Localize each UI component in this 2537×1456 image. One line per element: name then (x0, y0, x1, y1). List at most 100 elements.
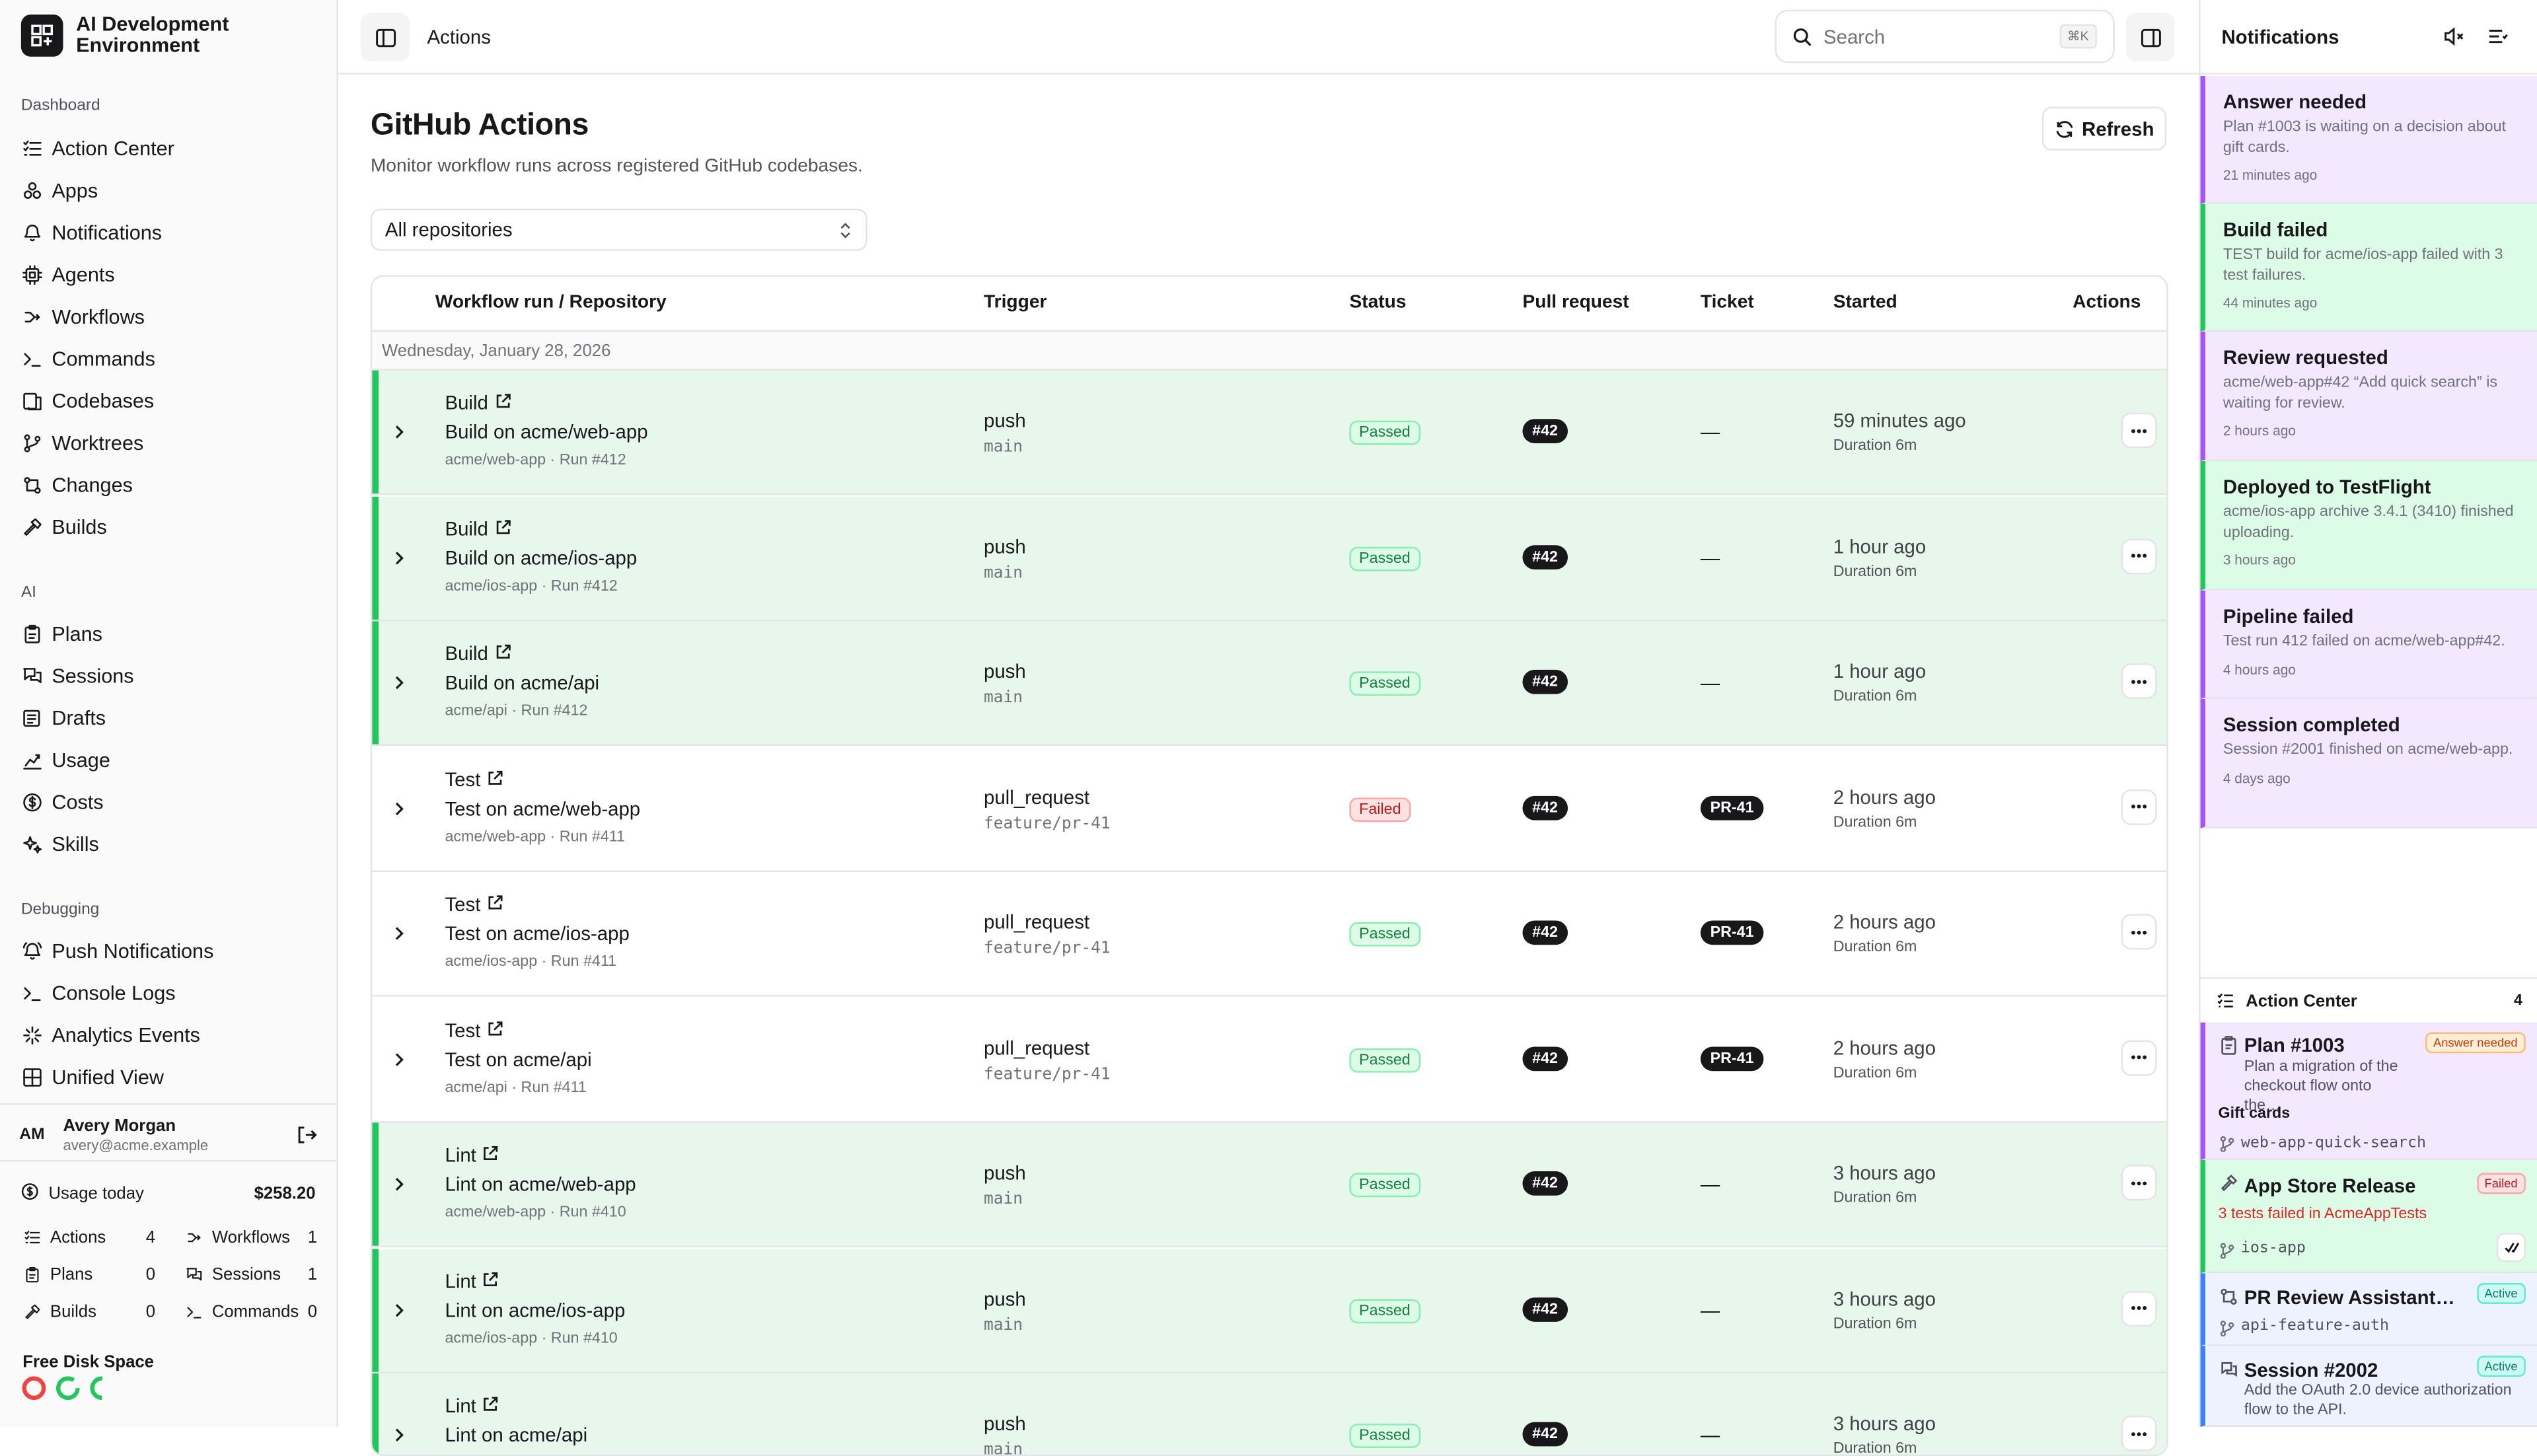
notification-session-completed[interactable]: Session completed Session #2001 finished … (2200, 698, 2537, 828)
table-row[interactable]: Build Build on acme/web-app acme/web-app ·… (372, 370, 2167, 495)
workflow-name-link[interactable]: Test (445, 768, 503, 790)
more-actions-button[interactable] (2121, 663, 2157, 699)
sidebar-item-action-center[interactable]: Action Center (21, 133, 174, 165)
ticket-badge[interactable]: PR-41 (1700, 1046, 1764, 1070)
sidebar-item-apps[interactable]: Apps (21, 174, 98, 207)
notification-pipeline-failed[interactable]: Pipeline failed Test run 412 failed on ac… (2200, 590, 2537, 699)
pull-request-badge[interactable]: #42 (1522, 920, 1568, 945)
sidebar-item-workflows[interactable]: Workflows (21, 301, 145, 334)
pull-request-badge[interactable]: #42 (1522, 795, 1568, 820)
mute-icon[interactable] (2443, 26, 2464, 52)
more-actions-button[interactable] (2121, 1290, 2157, 1326)
action-item-app-store-release[interactable]: App Store Release Failed 3 tests failed … (2200, 1159, 2537, 1274)
pull-request-badge[interactable]: #42 (1522, 1046, 1568, 1070)
workflow-name-link[interactable]: Lint (445, 1144, 499, 1167)
stat-actions[interactable]: Actions 4 (21, 1226, 155, 1247)
chevron-right-icon[interactable] (392, 1175, 406, 1197)
logout-icon[interactable] (296, 1124, 317, 1150)
chevron-right-icon[interactable] (392, 1049, 406, 1072)
notification-answer-needed[interactable]: Answer needed Plan #1003 is waiting on a … (2200, 76, 2537, 204)
table-row[interactable]: Lint Lint on acme/ios-app acme/ios-app · R… (372, 1248, 2167, 1373)
table-row[interactable]: LintLint on acme/apiacme/api · Run #410p… (372, 1373, 2167, 1455)
pull-request-badge[interactable]: #42 (1522, 1296, 1568, 1321)
sidebar-item-codebases[interactable]: Codebases (21, 385, 154, 418)
table-row[interactable]: Test Test on acme/api acme/api · Run #411 p… (372, 998, 2167, 1122)
refresh-button[interactable]: Refresh (2041, 106, 2167, 151)
mark-all-read-icon[interactable] (2487, 26, 2508, 52)
action-item-session[interactable]: Session #2002 Active Add the OAuth 2.0 d… (2200, 1346, 2537, 1427)
workflow-name-link[interactable]: Build (445, 517, 511, 540)
stat-sessions[interactable]: Sessions 1 (183, 1264, 317, 1285)
workflow-name: Build (445, 517, 488, 540)
repository-select[interactable]: All repositories (370, 208, 867, 251)
app-logo-row[interactable]: AI Development Environment (20, 14, 254, 57)
sidebar-item-agents[interactable]: Agents (21, 259, 115, 291)
more-actions-button[interactable] (2121, 538, 2157, 574)
workflow-name-link[interactable]: Lint (445, 1269, 499, 1292)
workflow-name-link[interactable]: Build (445, 392, 511, 414)
sidebar-item-push-notifications[interactable]: Push Notifications (21, 935, 213, 968)
sidebar-item-sessions[interactable]: Sessions (21, 660, 134, 692)
workflow-name-link[interactable]: Test (445, 893, 503, 916)
more-actions-button[interactable] (2121, 1039, 2157, 1075)
stat-builds[interactable]: Builds 0 (21, 1301, 155, 1322)
table-row[interactable]: Test Test on acme/web-app acme/web-app · R… (372, 746, 2167, 871)
toggle-sidebar-button[interactable] (361, 13, 410, 62)
workflow-name-link[interactable]: Build (445, 642, 511, 665)
more-actions-button[interactable] (2121, 1415, 2157, 1451)
action-center-header[interactable]: Action Center 4 (2200, 977, 2537, 1023)
sidebar-item-worktrees[interactable]: Worktrees (21, 427, 143, 460)
sidebar-item-changes[interactable]: Changes (21, 469, 133, 501)
stat-workflows[interactable]: Workflows 1 (183, 1226, 317, 1247)
chevron-right-icon[interactable] (392, 924, 406, 946)
more-actions-button[interactable] (2121, 1165, 2157, 1201)
sidebar-item-unified-view[interactable]: Unified View (21, 1062, 164, 1094)
sidebar-item-costs[interactable]: Costs (21, 786, 104, 819)
pull-request-badge[interactable]: #42 (1522, 1422, 1568, 1447)
acknowledge-button[interactable] (2496, 1233, 2526, 1262)
chevron-right-icon[interactable] (392, 1426, 406, 1448)
action-item-plan[interactable]: Plan #1003 Answer needed Plan a migratio… (2200, 1022, 2537, 1160)
pull-request-badge[interactable]: #42 (1522, 544, 1568, 569)
notification-body: acme/web-app#42 “Add quick search” is wa… (2223, 373, 2498, 412)
table-row[interactable]: Build Build on acme/api acme/api · Run #41… (372, 621, 2167, 746)
sidebar-item-plans[interactable]: Plans (21, 618, 102, 651)
toggle-notifications-button[interactable] (2125, 13, 2175, 62)
pull-request-badge[interactable]: #42 (1522, 669, 1568, 694)
action-item-pr-review-assistant[interactable]: PR Review Assistant #4… Active api-featu… (2200, 1273, 2537, 1346)
sidebar-item-skills[interactable]: Skills (21, 828, 99, 861)
table-row[interactable]: Test Test on acme/ios-app acme/ios-app · R… (372, 872, 2167, 997)
stat-plans[interactable]: Plans 0 (21, 1264, 155, 1285)
notification-deployed-to-testflight[interactable]: Deployed to TestFlight acme/ios-app archi… (2200, 460, 2537, 591)
sidebar-item-drafts[interactable]: Drafts (21, 702, 106, 735)
sidebar-item-builds[interactable]: Builds (21, 511, 107, 544)
chevron-right-icon[interactable] (392, 799, 406, 821)
chevron-right-icon[interactable] (392, 548, 406, 570)
chevron-right-icon[interactable] (392, 422, 406, 445)
stat-commands[interactable]: Commands 0 (183, 1301, 317, 1322)
chevron-right-icon[interactable] (392, 673, 406, 696)
more-actions-button[interactable] (2121, 788, 2157, 824)
pull-request-badge[interactable]: #42 (1522, 1171, 1568, 1196)
ticket-badge[interactable]: PR-41 (1700, 795, 1764, 820)
pull-request-badge[interactable]: #42 (1522, 419, 1568, 444)
sidebar-item-notifications[interactable]: Notifications (21, 217, 162, 249)
user-profile[interactable]: AM Avery Morgan avery@acme.example (0, 1103, 338, 1162)
ticket-badge[interactable]: PR-41 (1700, 920, 1764, 945)
workflow-name-link[interactable]: Test (445, 1019, 503, 1041)
search-input[interactable]: Search ⌘K (1775, 9, 2115, 63)
table-row[interactable]: Build Build on acme/ios-app acme/ios-app ·… (372, 495, 2167, 621)
notification-review-requested[interactable]: Review requested acme/web-app#42 “Add qui… (2200, 332, 2537, 461)
sidebar-item-analytics-events[interactable]: Analytics Events (21, 1019, 200, 1052)
sidebar-item-usage[interactable]: Usage (21, 745, 110, 777)
disk-space-label: Free Disk Space (22, 1352, 154, 1372)
more-actions-button[interactable] (2121, 914, 2157, 950)
more-actions-button[interactable] (2121, 412, 2157, 449)
chevron-right-icon[interactable] (392, 1300, 406, 1323)
notification-build-failed[interactable]: Build failed TEST build for acme/ios-app … (2200, 203, 2537, 332)
sidebar-item-console-logs[interactable]: Console Logs (21, 977, 176, 1009)
page-title: GitHub Actions (370, 108, 589, 143)
workflow-name-link[interactable]: Lint (445, 1395, 499, 1417)
sidebar-item-commands[interactable]: Commands (21, 343, 155, 375)
table-row[interactable]: Lint Lint on acme/web-app acme/web-app · R… (372, 1122, 2167, 1248)
